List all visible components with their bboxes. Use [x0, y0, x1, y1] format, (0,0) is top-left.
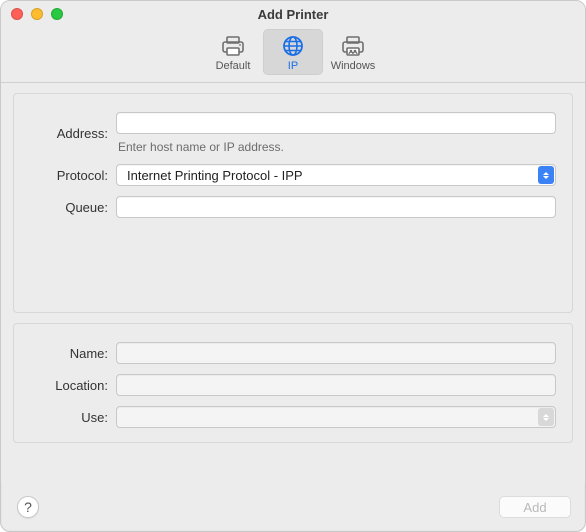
add-printer-window: Add Printer Default [0, 0, 586, 532]
updown-icon [538, 408, 554, 426]
tab-ip-label: IP [288, 60, 298, 72]
window-title: Add Printer [1, 7, 585, 22]
connection-panel: Address: Enter host name or IP address. … [13, 93, 573, 313]
tab-windows-label: Windows [331, 60, 376, 72]
help-button[interactable]: ? [17, 496, 39, 518]
printer-icon [220, 33, 246, 59]
window-controls [11, 8, 63, 20]
use-label: Use: [30, 410, 108, 425]
content-area: Address: Enter host name or IP address. … [1, 83, 585, 483]
add-button: Add [499, 496, 571, 518]
toolbar: Default IP [1, 27, 585, 83]
tab-default-label: Default [216, 60, 251, 72]
protocol-select[interactable]: Internet Printing Protocol - IPP [116, 164, 556, 186]
address-label: Address: [30, 126, 108, 141]
address-input[interactable] [116, 112, 556, 134]
updown-icon [538, 166, 554, 184]
help-icon: ? [24, 499, 32, 515]
close-icon[interactable] [11, 8, 23, 20]
minimize-icon[interactable] [31, 8, 43, 20]
tab-windows[interactable]: Windows [323, 29, 383, 75]
queue-input[interactable] [116, 196, 556, 218]
footer: ? Add [1, 483, 585, 531]
use-select [116, 406, 556, 428]
protocol-value: Internet Printing Protocol - IPP [123, 168, 303, 183]
printer-people-icon [340, 33, 366, 59]
zoom-icon[interactable] [51, 8, 63, 20]
queue-label: Queue: [30, 200, 108, 215]
toolbar-segment: Default IP [203, 29, 383, 75]
protocol-label: Protocol: [30, 168, 108, 183]
tab-ip[interactable]: IP [263, 29, 323, 75]
globe-icon [280, 33, 306, 59]
tab-default[interactable]: Default [203, 29, 263, 75]
address-hint: Enter host name or IP address. [118, 140, 556, 154]
name-label: Name: [30, 346, 108, 361]
add-button-label: Add [523, 500, 546, 515]
titlebar: Add Printer [1, 1, 585, 27]
location-input [116, 374, 556, 396]
details-panel: Name: Location: Use: [13, 323, 573, 443]
location-label: Location: [30, 378, 108, 393]
name-input [116, 342, 556, 364]
